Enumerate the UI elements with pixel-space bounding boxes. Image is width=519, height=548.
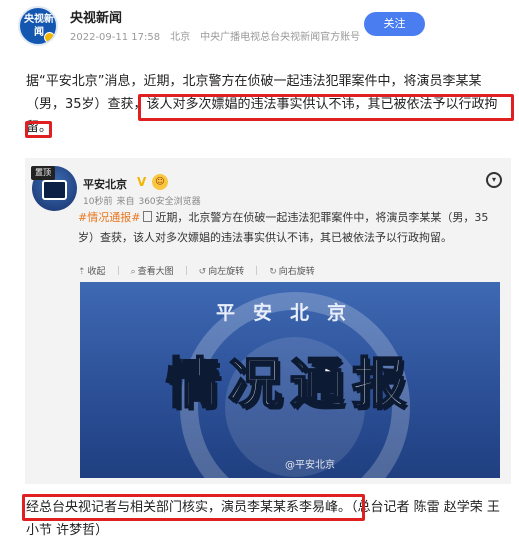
post-location: 北京 bbox=[170, 32, 191, 43]
notice-title: 情况通报 bbox=[165, 351, 414, 416]
highlight-box-1b bbox=[25, 121, 52, 138]
post-meta: 2022-09-11 17:58 北京 中央广播电视总台央视新闻官方账号 bbox=[70, 28, 370, 43]
image-watermark: @平安北京 bbox=[285, 460, 335, 471]
embedded-post-time: 10秒前 bbox=[83, 197, 113, 207]
rotate-right-label: 向右旋转 bbox=[278, 267, 315, 277]
post-header: 央视新闻 央视新闻 2022-09-11 17:58 北京 中央广播电视总台央视新闻… bbox=[0, 0, 519, 50]
magnify-icon: ⌕ bbox=[130, 267, 136, 277]
member-badge-icon: ☺ bbox=[152, 174, 168, 190]
highlight-box-1a bbox=[138, 94, 514, 121]
rotate-right-button[interactable]: ↻ 向右旋转 bbox=[269, 264, 315, 280]
verified-badge-icon bbox=[44, 32, 55, 43]
toolbar-divider bbox=[185, 266, 187, 275]
emblem-text: 平安北京 bbox=[215, 302, 364, 324]
embedded-source-prefix: 来自 bbox=[116, 197, 135, 207]
collapse-button[interactable]: ⇡ 收起 bbox=[78, 264, 106, 280]
rotate-left-icon: ↺ bbox=[198, 267, 207, 277]
verified-v-icon: V bbox=[137, 175, 147, 189]
hashtag-link[interactable]: #情况通报# bbox=[78, 211, 140, 224]
notice-image[interactable]: 平安北京 情况通报 @平安北京 bbox=[80, 282, 500, 478]
image-toolbar: ⇡ 收起 ⌕ 查看大图 ↺ 向左旋转 ↻ 向右旋转 bbox=[78, 259, 327, 277]
collapse-label: 收起 bbox=[87, 267, 106, 277]
embedded-weibo-post: 置顶 平安北京 V ☺ ▾ 10秒前 来自 360安全浏览器 #情况通报# 近期，北京… bbox=[25, 158, 511, 484]
post-date: 2022-09-11 17:58 bbox=[70, 32, 161, 43]
rotate-left-label: 向左旋转 bbox=[208, 267, 245, 277]
follow-button[interactable]: 关注 bbox=[364, 12, 425, 36]
embedded-post-meta: 10秒前 来自 360安全浏览器 bbox=[83, 194, 205, 207]
rotate-right-icon: ↻ bbox=[269, 267, 277, 277]
embedded-post-source[interactable]: 360安全浏览器 bbox=[138, 197, 200, 207]
view-large-button[interactable]: ⌕ 查看大图 bbox=[131, 264, 174, 280]
collapse-icon: ⇡ bbox=[78, 267, 86, 277]
account-avatar[interactable]: 央视新闻 bbox=[18, 6, 58, 46]
document-icon bbox=[143, 211, 153, 222]
more-options-icon[interactable]: ▾ bbox=[486, 172, 502, 188]
rotate-left-button[interactable]: ↺ 向左旋转 bbox=[199, 264, 245, 280]
toolbar-divider bbox=[117, 266, 119, 275]
embedded-account-name[interactable]: 平安北京 bbox=[83, 176, 127, 192]
highlight-box-2 bbox=[22, 494, 365, 521]
police-emblem-icon bbox=[42, 180, 67, 200]
view-large-label: 查看大图 bbox=[137, 267, 174, 277]
account-name[interactable]: 央视新闻 bbox=[70, 7, 122, 26]
account-description: 中央广播电视总台央视新闻官方账号 bbox=[200, 32, 361, 43]
pinned-tag: 置顶 bbox=[31, 166, 55, 180]
embedded-post-text: #情况通报# 近期，北京警方在侦破一起违法犯罪案件中，将演员李某某（男，35岁）查… bbox=[78, 208, 498, 248]
toolbar-divider bbox=[256, 266, 258, 275]
